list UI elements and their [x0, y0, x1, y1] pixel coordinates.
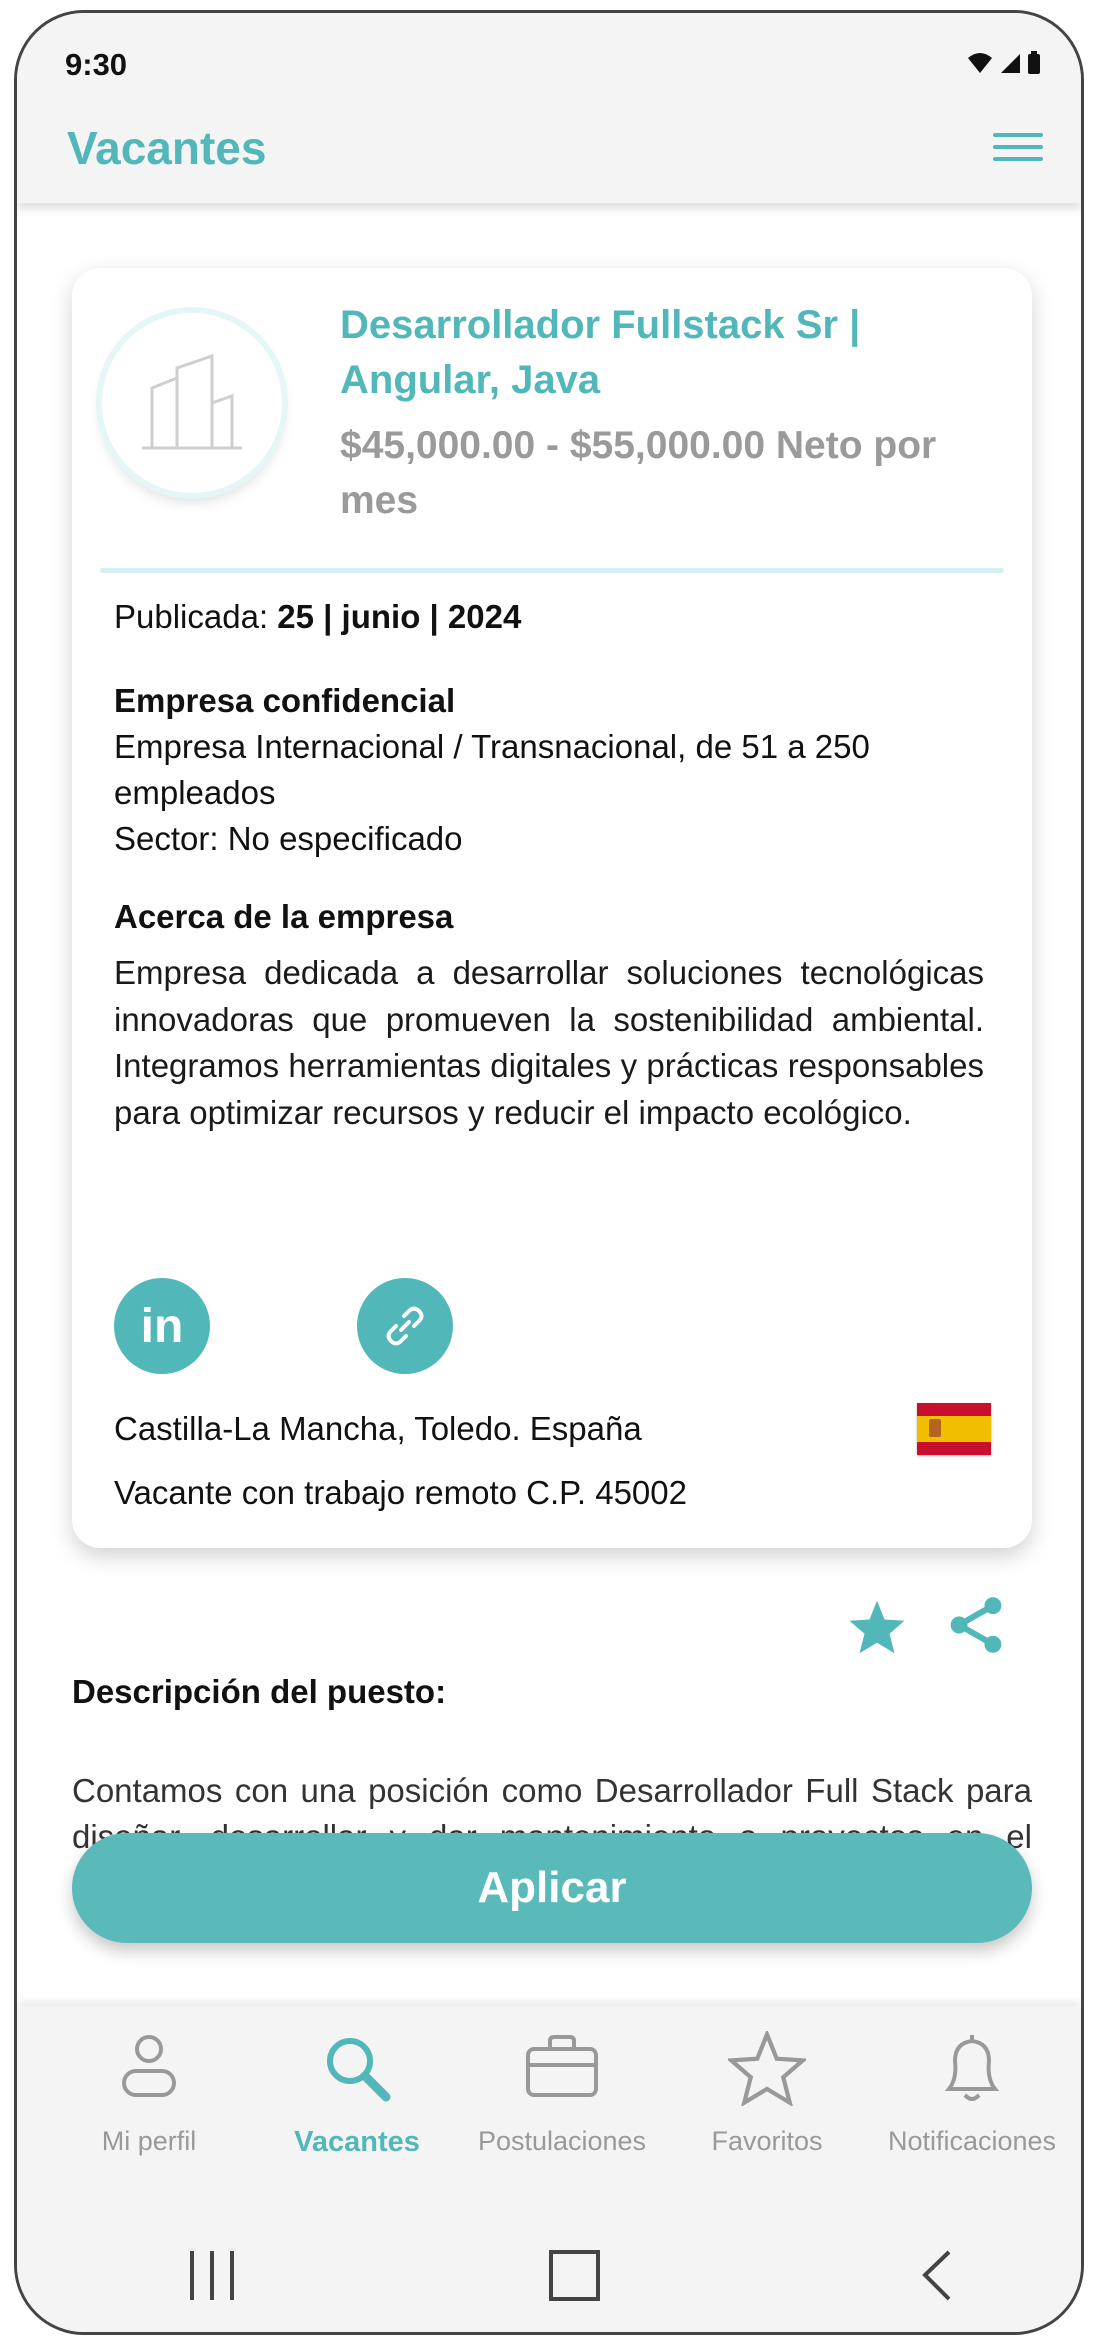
nav-label-notifications: Notificaciones: [887, 2126, 1057, 2156]
nav-label-profile: Mi perfil: [101, 2126, 197, 2156]
nav-item-notifications[interactable]: Notificaciones: [872, 2006, 1072, 2186]
wifi-icon: [968, 53, 992, 73]
job-card: Desarrollador Fullstack Sr | Angular, Ja…: [72, 268, 1032, 1548]
apply-button[interactable]: Aplicar: [72, 1833, 1032, 1943]
divider: [100, 568, 1004, 573]
signal-icon: [1001, 54, 1020, 73]
company-sector: Sector: No especificado: [114, 820, 463, 857]
star-outline-icon: [728, 2031, 806, 2106]
briefcase-icon: [526, 2035, 598, 2097]
star-icon: [849, 1600, 905, 1654]
published-date: Publicada: 25 | junio | 2024: [114, 598, 522, 635]
nav-label-applications: Postulaciones: [477, 2126, 647, 2156]
battery-icon: [1028, 51, 1040, 74]
home-button[interactable]: [547, 2248, 602, 2308]
phone-frame: 9:30 Vacantes Desarrollador Fullstack Sr…: [14, 10, 1084, 2335]
nav-label-favorites: Favoritos: [711, 2126, 823, 2156]
page-title: Vacantes: [67, 122, 267, 174]
description-title: Descripción del puesto:: [72, 1673, 447, 1710]
link-icon: [386, 1306, 424, 1346]
about-title: Acerca de la empresa: [114, 898, 454, 935]
nav-item-applications[interactable]: Postulaciones: [462, 2006, 662, 2186]
salary: $45,000.00 - $55,000.00 Neto por mes: [340, 424, 937, 522]
system-navigation-bar: [17, 2188, 1081, 2332]
company-logo: [102, 313, 282, 493]
back-icon: [922, 2250, 951, 2301]
about-text: Empresa dedicada a desarrollar solucione…: [114, 954, 984, 1131]
menu-button[interactable]: [993, 125, 1043, 165]
nav-item-favorites[interactable]: Favoritos: [667, 2006, 867, 2186]
remote-info: Vacante con trabajo remoto C.P. 45002: [114, 1474, 687, 1511]
linkedin-button[interactable]: in: [114, 1278, 210, 1374]
company-type: Empresa Internacional / Transnacional, d…: [114, 728, 870, 811]
status-time: 9:30: [65, 47, 128, 82]
nav-label-vacancies: Vacantes: [294, 2126, 420, 2158]
bottom-navigation: Mi perfil Vacantes Postulaciones Favorit…: [17, 2006, 1081, 2196]
linkedin-icon: in: [140, 1299, 184, 1353]
company-info: Empresa confidencial Empresa Internacion…: [114, 678, 994, 862]
recent-apps-icon: [190, 2251, 234, 2300]
person-icon: [122, 2035, 176, 2097]
building-icon: [142, 353, 242, 450]
back-button[interactable]: [917, 2248, 957, 2308]
job-title: Desarrollador Fullstack Sr | Angular, Ja…: [340, 303, 861, 402]
recent-apps-button[interactable]: [182, 2248, 242, 2308]
nav-item-vacancies[interactable]: Vacantes: [257, 2006, 457, 2186]
share-icon: [950, 1597, 1002, 1653]
spain-flag-icon: [917, 1403, 991, 1455]
app-bar: Vacantes: [17, 103, 1081, 203]
main-content[interactable]: Desarrollador Fullstack Sr | Angular, Ja…: [17, 203, 1081, 2023]
favorite-button[interactable]: [847, 1598, 907, 1661]
home-icon: [549, 2250, 600, 2301]
status-icons: [967, 51, 1041, 75]
menu-icon: [993, 133, 1043, 137]
bell-icon: [944, 2035, 1000, 2101]
search-icon: [326, 2038, 390, 2102]
website-link-button[interactable]: [357, 1278, 453, 1374]
nav-item-profile[interactable]: Mi perfil: [49, 2006, 249, 2186]
share-button[interactable]: [947, 1595, 1005, 1660]
location: Castilla-La Mancha, Toledo. España: [114, 1410, 642, 1447]
company-name: Empresa confidencial: [114, 682, 456, 719]
